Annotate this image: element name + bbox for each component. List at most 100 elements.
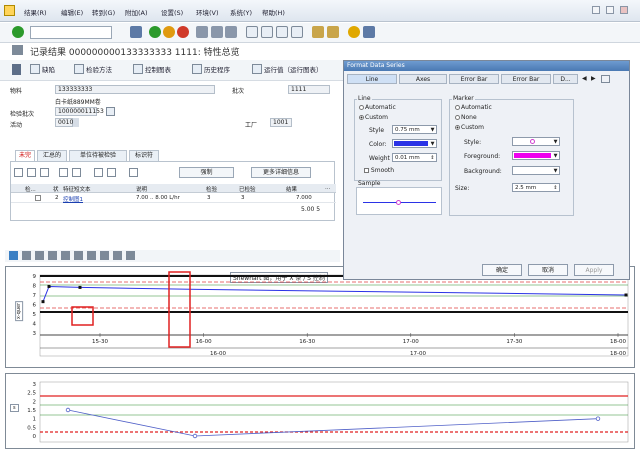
next-page-icon[interactable] [276, 26, 288, 38]
find-icon[interactable] [211, 26, 223, 38]
help-icon[interactable] [348, 26, 360, 38]
tab-summarized[interactable]: 汇总的 [37, 150, 67, 161]
batch-field[interactable]: 1111 [288, 85, 330, 94]
line-custom-radio[interactable]: Custom [359, 114, 388, 121]
chart-tool-2-icon[interactable] [22, 251, 31, 260]
radio-marker-none[interactable] [455, 115, 460, 120]
inspection-lot-field[interactable]: 100000011153 [55, 107, 104, 116]
menu-settings[interactable]: 设置(S) [161, 7, 183, 17]
menu-results[interactable]: 结果(R) [24, 7, 47, 17]
command-field[interactable] [30, 26, 112, 39]
col-inspect[interactable]: 检验 [206, 185, 217, 193]
chevron-down-icon[interactable]: ▼ [552, 152, 559, 159]
col-check[interactable]: 检... [25, 185, 36, 193]
collapse-icon[interactable] [72, 168, 81, 177]
tab-scroll-left-icon[interactable]: ◀ [582, 75, 587, 82]
col-status[interactable]: 状 [53, 185, 59, 193]
enter-icon[interactable] [12, 26, 24, 38]
minimize-icon[interactable] [592, 6, 600, 14]
tab-units-to-inspect[interactable]: 单位待被检验 [69, 150, 127, 161]
menu-goto[interactable]: 转到(G) [92, 7, 115, 17]
tab-scroll-right-icon[interactable]: ▶ [591, 75, 596, 82]
col-short-text[interactable]: 特征短文本 [63, 185, 91, 193]
toggle-icon[interactable] [12, 64, 21, 75]
menu-environment[interactable]: 环境(V) [196, 7, 219, 17]
chevron-down-icon[interactable]: ▼ [552, 167, 559, 174]
tab-list-icon[interactable] [601, 75, 610, 83]
close-icon[interactable] [620, 6, 628, 14]
menu-extras[interactable]: 附加(A) [125, 7, 148, 17]
select-all-icon[interactable] [14, 168, 23, 177]
cancel-icon[interactable] [177, 26, 189, 38]
run-chart-button[interactable]: 运行值（运行图表） [252, 64, 323, 77]
row-short-text[interactable]: 控制图1 [63, 195, 83, 203]
find-next-icon[interactable] [225, 26, 237, 38]
chevron-down-icon[interactable]: ▼ [429, 126, 436, 133]
radio-automatic[interactable] [359, 105, 364, 110]
smooth-checkbox[interactable]: Smooth [364, 167, 394, 174]
dialog-tab-axes[interactable]: Axes [399, 74, 447, 84]
marker-style-combo[interactable]: ▼ [512, 137, 560, 146]
defects-button[interactable]: 缺陷 [30, 64, 55, 77]
first-page-icon[interactable] [246, 26, 258, 38]
col-more[interactable]: ... [325, 185, 330, 191]
lot-display-icon[interactable] [106, 107, 115, 116]
col-result[interactable]: 结果 [286, 185, 297, 193]
chart-tool-7-icon[interactable] [87, 251, 96, 260]
maximize-icon[interactable] [606, 6, 614, 14]
spinner-icon[interactable]: ⇕ [429, 154, 436, 161]
weight-field[interactable]: 0.01 mm ⇕ [392, 153, 437, 162]
chart-tool-8-icon[interactable] [100, 251, 109, 260]
menu-edit[interactable]: 编辑(E) [61, 7, 83, 17]
line-automatic-radio[interactable]: Automatic [359, 104, 396, 111]
unlock-icon[interactable] [107, 168, 116, 177]
row-result[interactable]: 7.000 [296, 195, 312, 201]
sap-icon[interactable] [4, 5, 15, 16]
apply-button[interactable]: Apply [574, 264, 614, 276]
filter-icon[interactable] [27, 168, 36, 177]
table-row[interactable]: 2 控制图1 7.00 .. 8.00 L/hr 3 3 7.000 [11, 194, 336, 203]
line-color-combo[interactable]: ▼ [392, 139, 437, 148]
background-combo[interactable]: ▼ [512, 166, 560, 175]
shortcut-icon[interactable] [327, 26, 339, 38]
marker-custom-radio[interactable]: Custom [455, 124, 484, 131]
chart-print-icon[interactable] [126, 251, 135, 260]
tab-identifier[interactable]: 标识符 [129, 150, 159, 161]
exit-icon[interactable] [163, 26, 175, 38]
dialog-tab-error-bar-1[interactable]: Error Bar [449, 74, 499, 84]
menu-help[interactable]: 帮助(H) [262, 7, 285, 17]
row-checkbox[interactable] [35, 195, 41, 201]
chart-tool-4-icon[interactable] [48, 251, 57, 260]
chevron-down-icon[interactable]: ▼ [552, 138, 559, 145]
activity-help-icon[interactable] [73, 118, 79, 127]
prev-page-icon[interactable] [261, 26, 273, 38]
menu-system[interactable]: 系统(Y) [230, 7, 252, 17]
chart-tool-6-icon[interactable] [74, 251, 83, 260]
cancel-button[interactable]: 取消 [528, 264, 568, 276]
detail-icon[interactable] [129, 168, 138, 177]
activity-field[interactable]: 0010 [55, 118, 73, 127]
spinner-icon[interactable]: ⇕ [552, 184, 559, 191]
dialog-tab-error-bar-2[interactable]: Error Bar [501, 74, 551, 84]
line-style-combo[interactable]: 0.75 mm ▼ [392, 125, 437, 134]
dialog-tab-line[interactable]: Line [347, 74, 397, 84]
marker-none-radio[interactable]: None [455, 114, 477, 121]
chart-tool-5-icon[interactable] [61, 251, 70, 260]
col-description[interactable]: 说明 [136, 185, 147, 193]
foreground-combo[interactable]: ▼ [512, 151, 560, 160]
col-inspected[interactable]: 已检验 [239, 185, 256, 193]
plant-field[interactable]: 1001 [270, 118, 292, 127]
new-session-icon[interactable] [312, 26, 324, 38]
marker-automatic-radio[interactable]: Automatic [455, 104, 492, 111]
layout-icon[interactable] [363, 26, 375, 38]
inspection-method-button[interactable]: 检验方法 [74, 64, 112, 77]
back-icon[interactable] [149, 26, 161, 38]
material-field[interactable]: 133333333 [55, 85, 215, 94]
chevron-down-icon[interactable]: ▼ [429, 140, 436, 147]
save-icon[interactable] [130, 26, 142, 38]
radio-marker-automatic[interactable] [455, 105, 460, 110]
sort-icon[interactable] [40, 168, 49, 177]
size-field[interactable]: 2.5 mm ⇕ [512, 183, 560, 192]
last-page-icon[interactable] [291, 26, 303, 38]
expand-icon[interactable] [59, 168, 68, 177]
